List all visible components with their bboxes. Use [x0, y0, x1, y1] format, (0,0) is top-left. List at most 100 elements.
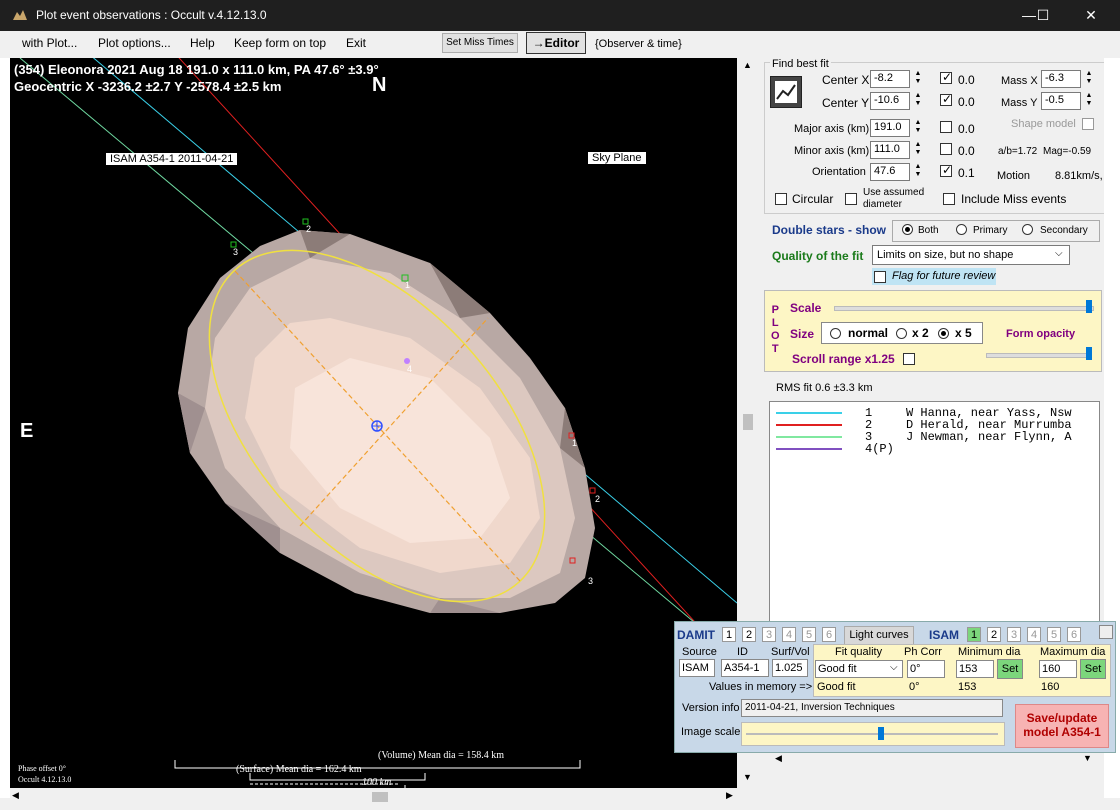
menu-keep-on-top[interactable]: Keep form on top: [234, 36, 326, 50]
center-x-input[interactable]: -8.2: [870, 70, 910, 88]
damit-tab-6[interactable]: 6: [822, 627, 836, 642]
major-axis-checkbox[interactable]: [940, 121, 952, 133]
major-axis-spin-icon[interactable]: ▲ ▼: [912, 119, 924, 137]
set-miss-times-button[interactable]: Set Miss Times: [442, 33, 518, 53]
mem-min-dia: 153: [958, 681, 977, 693]
orientation-label: Orientation: [812, 166, 866, 178]
damit-tab-5[interactable]: 5: [802, 627, 816, 642]
vscroll-thumb[interactable]: [743, 414, 753, 430]
fit-quality-select[interactable]: Good fit ⌵: [815, 660, 903, 678]
isam-tab-4[interactable]: 4: [1027, 627, 1041, 642]
orientation-checkbox[interactable]: [940, 163, 952, 177]
east-label: E: [20, 420, 34, 442]
menu-help[interactable]: Help: [190, 36, 215, 50]
menu-plot-options[interactable]: Plot options...: [98, 36, 171, 50]
phase-offset: Phase offset 0°: [18, 764, 66, 773]
circular-checkbox[interactable]: [775, 193, 787, 205]
max-dia-field[interactable]: 160: [1039, 660, 1077, 678]
surf-field[interactable]: 1.025: [772, 659, 808, 677]
list-scroll-down-icon[interactable]: ▼: [1083, 753, 1092, 763]
chevron-down-icon: ⌵: [890, 662, 898, 673]
damit-tab-3[interactable]: 3: [762, 627, 776, 642]
isam-tab-1[interactable]: 1: [967, 627, 981, 642]
damit-close-box[interactable]: [1099, 625, 1113, 639]
image-scale-slider[interactable]: [741, 722, 1005, 746]
maximize-button[interactable]: ☐: [1020, 0, 1066, 31]
size-normal-label: normal: [848, 326, 889, 340]
plot-letter-o: O: [771, 330, 780, 342]
observer-num-4: 4(P): [865, 442, 894, 456]
center-x-spin-icon[interactable]: ▲ ▼: [912, 70, 924, 88]
mass-x-input[interactable]: -6.3: [1041, 70, 1081, 88]
ph-corr-field[interactable]: 0°: [907, 660, 945, 678]
major-axis-input[interactable]: 191.0: [870, 119, 910, 137]
radio-both[interactable]: [902, 224, 913, 235]
minor-axis-checkbox[interactable]: [940, 143, 952, 155]
set-min-button[interactable]: Set: [997, 659, 1023, 679]
minor-axis-spin-icon[interactable]: ▲ ▼: [912, 141, 924, 159]
center-y-checkbox[interactable]: [940, 92, 952, 106]
plot-hscroll[interactable]: ◀ ▶: [10, 790, 740, 804]
source-field[interactable]: ISAM: [679, 659, 715, 677]
menu-with-plot[interactable]: with Plot...: [22, 36, 77, 50]
mass-y-spin-icon[interactable]: ▲ ▼: [1083, 92, 1095, 110]
use-assumed-checkbox[interactable]: [845, 193, 857, 205]
isam-tab-2[interactable]: 2: [987, 627, 1001, 642]
center-x-checkbox[interactable]: [940, 70, 952, 84]
radio-secondary[interactable]: [1022, 224, 1033, 235]
size-x2-radio[interactable]: [896, 328, 907, 339]
scale-slider-thumb[interactable]: [1086, 300, 1092, 313]
damit-tab-1[interactable]: 1: [722, 627, 736, 642]
shape-model-checkbox[interactable]: [1082, 118, 1094, 130]
radio-primary[interactable]: [956, 224, 967, 235]
id-field[interactable]: A354-1: [721, 659, 769, 677]
opacity-slider[interactable]: [986, 345, 1096, 363]
double-stars-label: Double stars - show: [772, 223, 887, 237]
version-info-field[interactable]: 2011-04-21, Inversion Techniques: [741, 699, 1003, 717]
orientation-spin-icon[interactable]: ▲ ▼: [912, 163, 924, 181]
isam-tab-5[interactable]: 5: [1047, 627, 1061, 642]
center-y-input[interactable]: -10.6: [870, 92, 910, 110]
observer-name-3: J Newman, near Flynn, A: [906, 430, 1072, 444]
center-x-check-value: 0.0: [958, 73, 975, 87]
center-y-spin-icon[interactable]: ▲ ▼: [912, 92, 924, 110]
editor-button[interactable]: →Editor: [526, 32, 586, 54]
set-max-button[interactable]: Set: [1080, 659, 1106, 679]
observer-list[interactable]: 1 W Hanna, near Yass, Nsw 2 D Herald, ne…: [769, 401, 1100, 623]
damit-tab-2[interactable]: 2: [742, 627, 756, 642]
observer-line-2: [776, 424, 842, 426]
menu-exit[interactable]: Exit: [346, 36, 366, 50]
flag-review-checkbox[interactable]: [874, 271, 886, 283]
close-button[interactable]: ✕: [1066, 0, 1116, 31]
list-scroll-left-icon[interactable]: ◀: [775, 753, 782, 764]
ab-ratio: a/b=1.72: [998, 146, 1038, 157]
radio-primary-label: Primary: [973, 225, 1008, 236]
save-update-button[interactable]: Save/update model A354-1: [1015, 704, 1109, 748]
min-dia-field[interactable]: 153: [956, 660, 994, 678]
plot-canvas[interactable]: (354) Eleonora 2021 Aug 18 191.0 x 111.0…: [10, 58, 737, 788]
scroll-range-checkbox[interactable]: [903, 353, 915, 365]
quality-select[interactable]: Limits on size, but no shape ⌵: [872, 245, 1070, 265]
isam-tab-6[interactable]: 6: [1067, 627, 1081, 642]
orientation-input[interactable]: 47.6: [870, 163, 910, 181]
quality-label: Quality of the fit: [772, 249, 864, 263]
fit-icon[interactable]: [770, 76, 802, 108]
light-curves-button[interactable]: Light curves: [844, 626, 914, 645]
app-icon: [12, 8, 28, 22]
isam-tab-3[interactable]: 3: [1007, 627, 1021, 642]
opacity-slider-thumb[interactable]: [1086, 347, 1092, 360]
values-in-memory: Values in memory =>: [709, 681, 813, 693]
minor-axis-input[interactable]: 111.0: [870, 141, 910, 159]
damit-tab-4[interactable]: 4: [782, 627, 796, 642]
flag-review-area[interactable]: Flag for future review: [872, 268, 996, 285]
observer-time-label: {Observer & time}: [595, 38, 682, 50]
include-miss-checkbox[interactable]: [943, 193, 955, 205]
mass-x-spin-icon[interactable]: ▲ ▼: [1083, 70, 1095, 88]
window-title: Plot event observations : Occult v.4.12.…: [36, 8, 267, 22]
image-scale-thumb[interactable]: [878, 727, 884, 740]
hscroll-thumb[interactable]: [372, 792, 388, 802]
size-x5-radio[interactable]: [938, 328, 949, 339]
size-normal-radio[interactable]: [830, 328, 841, 339]
scale-slider[interactable]: [834, 298, 1096, 316]
mass-y-input[interactable]: -0.5: [1041, 92, 1081, 110]
